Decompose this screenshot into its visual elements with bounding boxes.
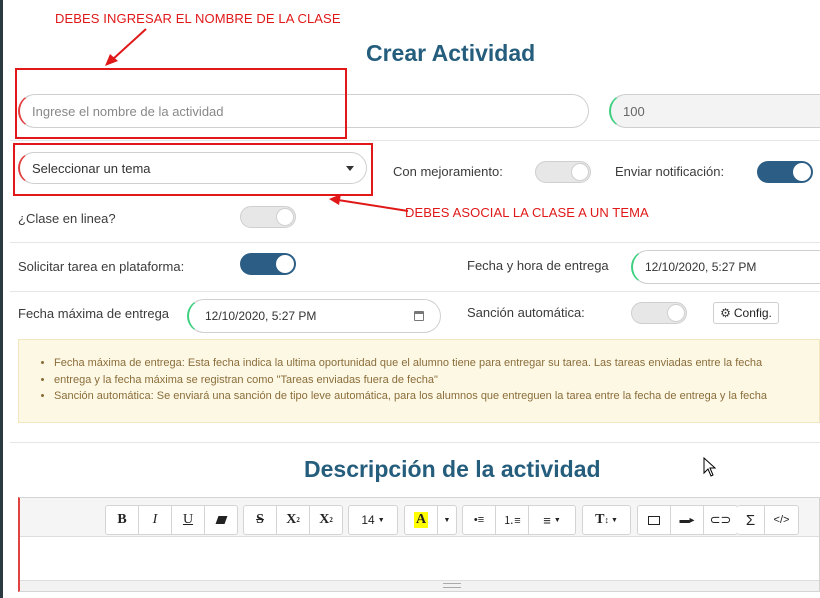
calendar-icon[interactable] bbox=[414, 311, 424, 321]
toolbar-group-color: A ▼ bbox=[404, 505, 457, 535]
annotation-middle: DEBES ASOCIAL LA CLASE A UN TEMA bbox=[405, 205, 649, 220]
left-edge-bar bbox=[0, 0, 3, 598]
unordered-list-button[interactable]: •≡ bbox=[463, 506, 496, 534]
toggle-knob bbox=[276, 255, 294, 273]
con-mejoramiento-label: Con mejoramiento: bbox=[393, 164, 503, 179]
formula-button[interactable]: Σ bbox=[737, 506, 765, 534]
strikethrough-button[interactable]: S bbox=[244, 506, 277, 534]
toolbar-group-paragraph: •≡ ⒈≡ ≡ ▼ bbox=[462, 505, 576, 535]
superscript-label: X bbox=[286, 512, 297, 527]
video-button[interactable]: ▬▸ bbox=[671, 506, 704, 534]
font-color-button[interactable]: A bbox=[405, 506, 438, 534]
sancion-toggle[interactable] bbox=[631, 302, 687, 324]
divider bbox=[10, 140, 820, 141]
font-color-label: A bbox=[413, 512, 429, 528]
eraser-icon bbox=[215, 516, 227, 524]
text-height-label: T bbox=[595, 512, 605, 527]
toggle-knob bbox=[667, 304, 685, 322]
caret-down-icon: ▼ bbox=[377, 516, 385, 524]
video-icon: ▬▸ bbox=[679, 514, 695, 526]
solicitar-tarea-toggle[interactable] bbox=[240, 253, 296, 275]
toolbar-group-misc: Σ </> bbox=[737, 505, 799, 535]
annotation-arrow-top bbox=[105, 28, 147, 66]
description-title: Descripción de la actividad bbox=[304, 456, 601, 482]
text-height-icon: ↕ bbox=[604, 515, 609, 525]
mouse-cursor-icon bbox=[703, 457, 717, 477]
notice-item-fecha-maxima-cont: entrega y la fecha máxima se registran c… bbox=[54, 372, 819, 389]
fecha-maxima-value: 12/10/2020, 5:27 PM bbox=[205, 309, 317, 323]
editor-resize-bar[interactable] bbox=[20, 580, 819, 591]
notice-item-fecha-maxima: Fecha máxima de entrega: Esta fecha indi… bbox=[54, 355, 819, 372]
divider bbox=[10, 442, 820, 443]
gear-icon: ⚙ bbox=[720, 306, 731, 320]
points-input[interactable]: 100 bbox=[609, 94, 820, 128]
page-title: Crear Actividad bbox=[366, 40, 536, 66]
con-mejoramiento-toggle[interactable] bbox=[535, 161, 591, 183]
toggle-knob bbox=[793, 163, 811, 181]
enviar-notificacion-toggle[interactable] bbox=[757, 161, 813, 183]
font-size-value: 14 bbox=[361, 513, 375, 527]
toolbar-group-style: B I U bbox=[105, 505, 238, 535]
fecha-maxima-input[interactable]: 12/10/2020, 5:27 PM bbox=[187, 299, 441, 333]
toggle-knob bbox=[571, 163, 589, 181]
caret-down-icon: ▼ bbox=[553, 516, 561, 524]
font-size-dropdown[interactable]: 14 ▼ bbox=[349, 506, 397, 534]
toggle-knob bbox=[276, 208, 294, 226]
points-value: 100 bbox=[623, 103, 645, 119]
fecha-hora-entrega-input[interactable]: 12/10/2020, 5:27 PM bbox=[631, 250, 820, 284]
image-icon bbox=[648, 515, 660, 525]
ordered-list-icon: ⒈≡ bbox=[503, 515, 521, 527]
underline-button[interactable]: U bbox=[172, 506, 205, 534]
divider bbox=[10, 291, 820, 292]
code-view-button[interactable]: </> bbox=[765, 506, 798, 534]
notice-item-sancion: Sanción automática: Se enviará una sanci… bbox=[54, 388, 819, 405]
fecha-hora-entrega-label: Fecha y hora de entrega bbox=[467, 258, 609, 273]
unordered-list-icon: •≡ bbox=[473, 513, 485, 526]
annotation-box-tema bbox=[13, 143, 373, 196]
subscript-button[interactable]: X2 bbox=[310, 506, 342, 534]
config-button[interactable]: ⚙ Config. bbox=[713, 302, 779, 324]
toolbar-group-fontsize: 14 ▼ bbox=[348, 505, 398, 535]
toolbar-group-textsize: T ↕ ▼ bbox=[582, 505, 631, 535]
resize-handle-icon[interactable] bbox=[443, 583, 461, 588]
fecha-hora-entrega-value: 12/10/2020, 5:27 PM bbox=[645, 260, 757, 274]
clase-en-linea-toggle[interactable] bbox=[240, 206, 296, 228]
italic-button[interactable]: I bbox=[139, 506, 172, 534]
toolbar-group-script: S X2 X2 bbox=[243, 505, 343, 535]
text-height-dropdown[interactable]: T ↕ ▼ bbox=[583, 506, 630, 534]
subscript-label: X bbox=[319, 512, 330, 527]
solicitar-tarea-label: Solicitar tarea en plataforma: bbox=[18, 259, 185, 274]
link-icon: ⊂⊃ bbox=[709, 512, 732, 527]
caret-down-icon: ▼ bbox=[443, 516, 451, 524]
bold-button[interactable]: B bbox=[106, 506, 139, 534]
sancion-label: Sanción automática: bbox=[467, 305, 585, 320]
clase-en-linea-label: ¿Clase en linea? bbox=[18, 211, 116, 226]
align-icon: ≡ bbox=[543, 512, 551, 528]
enviar-notificacion-label: Enviar notificación: bbox=[615, 164, 725, 179]
annotation-top: DEBES INGRESAR EL NOMBRE DE LA CLASE bbox=[55, 11, 341, 26]
divider bbox=[10, 242, 820, 243]
image-button[interactable] bbox=[638, 506, 671, 534]
caret-down-icon: ▼ bbox=[610, 516, 618, 524]
annotation-box-name bbox=[15, 68, 347, 139]
annotation-arrow-middle bbox=[329, 194, 409, 212]
toolbar-group-insert: ▬▸ ⊂⊃ bbox=[637, 505, 738, 535]
color-dropdown-button[interactable]: ▼ bbox=[438, 506, 456, 534]
eraser-button[interactable] bbox=[205, 506, 237, 534]
info-notice: Fecha máxima de entrega: Esta fecha indi… bbox=[18, 339, 820, 423]
link-button[interactable]: ⊂⊃ bbox=[704, 506, 737, 534]
config-button-label: Config. bbox=[733, 306, 772, 320]
ordered-list-button[interactable]: ⒈≡ bbox=[496, 506, 529, 534]
superscript-button[interactable]: X2 bbox=[277, 506, 310, 534]
align-dropdown-button[interactable]: ≡ ▼ bbox=[529, 506, 575, 534]
fecha-maxima-label: Fecha máxima de entrega bbox=[18, 306, 170, 321]
